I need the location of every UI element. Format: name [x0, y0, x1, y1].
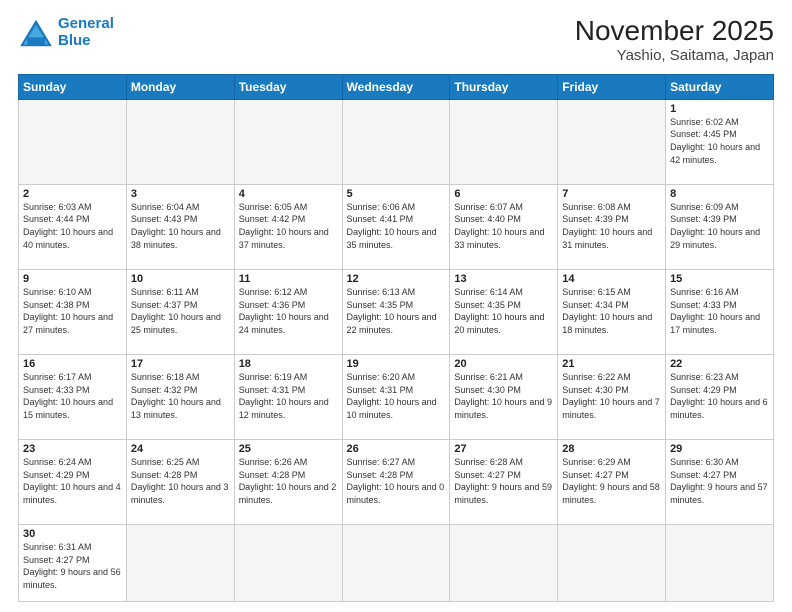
day-16: 16 Sunrise: 6:17 AMSunset: 4:33 PMDaylig…	[19, 355, 127, 440]
day-12: 12 Sunrise: 6:13 AMSunset: 4:35 PMDaylig…	[342, 269, 450, 354]
empty-cell	[342, 525, 450, 602]
day-1: 1 Sunrise: 6:02 AM Sunset: 4:45 PM Dayli…	[666, 99, 774, 184]
empty-cell	[234, 525, 342, 602]
logo-blue: Blue	[58, 32, 91, 49]
logo-text: General Blue	[58, 16, 114, 49]
day-15: 15 Sunrise: 6:16 AMSunset: 4:33 PMDaylig…	[666, 269, 774, 354]
calendar-title: November 2025	[575, 16, 774, 47]
header-tuesday: Tuesday	[234, 74, 342, 99]
calendar-subtitle: Yashio, Saitama, Japan	[575, 47, 774, 64]
header-thursday: Thursday	[450, 74, 558, 99]
day-5: 5 Sunrise: 6:06 AMSunset: 4:41 PMDayligh…	[342, 184, 450, 269]
day-info-1: Sunrise: 6:02 AM Sunset: 4:45 PM Dayligh…	[670, 116, 769, 166]
day-9: 9 Sunrise: 6:10 AMSunset: 4:38 PMDayligh…	[19, 269, 127, 354]
week-row-4: 16 Sunrise: 6:17 AMSunset: 4:33 PMDaylig…	[19, 355, 774, 440]
day-4: 4 Sunrise: 6:05 AMSunset: 4:42 PMDayligh…	[234, 184, 342, 269]
week-row-6: 30 Sunrise: 6:31 AMSunset: 4:27 PMDaylig…	[19, 525, 774, 602]
logo-icon	[18, 18, 54, 48]
day-2: 2 Sunrise: 6:03 AMSunset: 4:44 PMDayligh…	[19, 184, 127, 269]
title-block: November 2025 Yashio, Saitama, Japan	[575, 16, 774, 64]
header-sunday: Sunday	[19, 74, 127, 99]
header-saturday: Saturday	[666, 74, 774, 99]
day-30: 30 Sunrise: 6:31 AMSunset: 4:27 PMDaylig…	[19, 525, 127, 602]
day-11: 11 Sunrise: 6:12 AMSunset: 4:36 PMDaylig…	[234, 269, 342, 354]
day-8: 8 Sunrise: 6:09 AMSunset: 4:39 PMDayligh…	[666, 184, 774, 269]
empty-cell	[450, 525, 558, 602]
day-22: 22 Sunrise: 6:23 AMSunset: 4:29 PMDaylig…	[666, 355, 774, 440]
empty-cell	[342, 99, 450, 184]
day-27: 27 Sunrise: 6:28 AMSunset: 4:27 PMDaylig…	[450, 440, 558, 525]
logo-general: General	[58, 15, 114, 32]
weekday-header-row: Sunday Monday Tuesday Wednesday Thursday…	[19, 74, 774, 99]
day-17: 17 Sunrise: 6:18 AMSunset: 4:32 PMDaylig…	[126, 355, 234, 440]
header-wednesday: Wednesday	[342, 74, 450, 99]
day-26: 26 Sunrise: 6:27 AMSunset: 4:28 PMDaylig…	[342, 440, 450, 525]
empty-cell	[666, 525, 774, 602]
day-10: 10 Sunrise: 6:11 AMSunset: 4:37 PMDaylig…	[126, 269, 234, 354]
empty-cell	[558, 525, 666, 602]
week-row-2: 2 Sunrise: 6:03 AMSunset: 4:44 PMDayligh…	[19, 184, 774, 269]
day-14: 14 Sunrise: 6:15 AMSunset: 4:34 PMDaylig…	[558, 269, 666, 354]
day-23: 23 Sunrise: 6:24 AMSunset: 4:29 PMDaylig…	[19, 440, 127, 525]
empty-cell	[126, 525, 234, 602]
day-28: 28 Sunrise: 6:29 AMSunset: 4:27 PMDaylig…	[558, 440, 666, 525]
empty-cell	[126, 99, 234, 184]
page: General Blue November 2025 Yashio, Saita…	[0, 0, 792, 612]
day-25: 25 Sunrise: 6:26 AMSunset: 4:28 PMDaylig…	[234, 440, 342, 525]
day-7: 7 Sunrise: 6:08 AMSunset: 4:39 PMDayligh…	[558, 184, 666, 269]
day-21: 21 Sunrise: 6:22 AMSunset: 4:30 PMDaylig…	[558, 355, 666, 440]
day-24: 24 Sunrise: 6:25 AMSunset: 4:28 PMDaylig…	[126, 440, 234, 525]
empty-cell	[19, 99, 127, 184]
day-3: 3 Sunrise: 6:04 AMSunset: 4:43 PMDayligh…	[126, 184, 234, 269]
empty-cell	[234, 99, 342, 184]
logo: General Blue	[18, 16, 114, 49]
empty-cell	[558, 99, 666, 184]
day-19: 19 Sunrise: 6:20 AMSunset: 4:31 PMDaylig…	[342, 355, 450, 440]
header-friday: Friday	[558, 74, 666, 99]
empty-cell	[450, 99, 558, 184]
week-row-1: 1 Sunrise: 6:02 AM Sunset: 4:45 PM Dayli…	[19, 99, 774, 184]
header-monday: Monday	[126, 74, 234, 99]
week-row-5: 23 Sunrise: 6:24 AMSunset: 4:29 PMDaylig…	[19, 440, 774, 525]
day-18: 18 Sunrise: 6:19 AMSunset: 4:31 PMDaylig…	[234, 355, 342, 440]
day-num-1: 1	[670, 103, 769, 115]
week-row-3: 9 Sunrise: 6:10 AMSunset: 4:38 PMDayligh…	[19, 269, 774, 354]
calendar-table: Sunday Monday Tuesday Wednesday Thursday…	[18, 74, 774, 602]
day-20: 20 Sunrise: 6:21 AMSunset: 4:30 PMDaylig…	[450, 355, 558, 440]
day-29: 29 Sunrise: 6:30 AMSunset: 4:27 PMDaylig…	[666, 440, 774, 525]
header: General Blue November 2025 Yashio, Saita…	[18, 16, 774, 64]
day-6: 6 Sunrise: 6:07 AMSunset: 4:40 PMDayligh…	[450, 184, 558, 269]
day-13: 13 Sunrise: 6:14 AMSunset: 4:35 PMDaylig…	[450, 269, 558, 354]
